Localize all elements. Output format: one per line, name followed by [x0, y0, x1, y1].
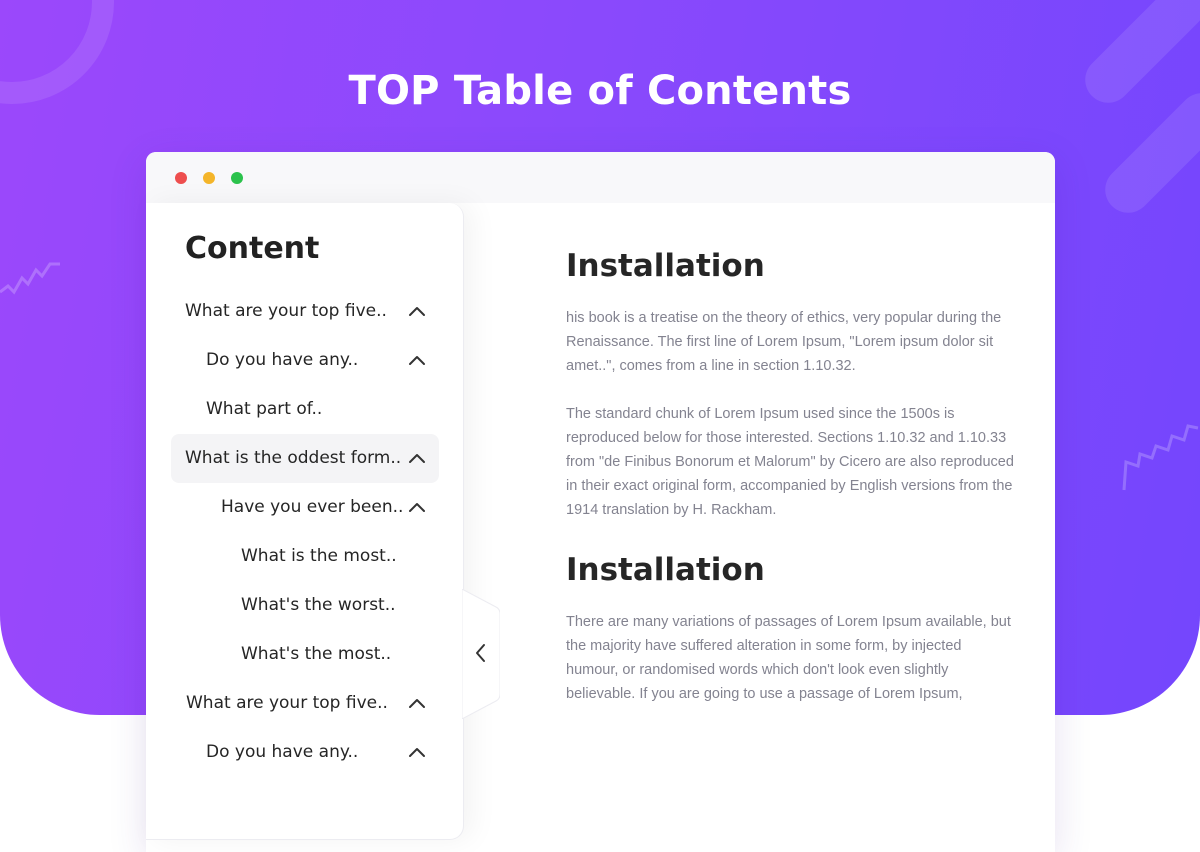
- toc-item[interactable]: What part of..: [171, 385, 439, 434]
- toc-item[interactable]: Have you ever been..: [171, 483, 439, 532]
- toc-item[interactable]: What are your top five..: [171, 287, 439, 336]
- article-content: Installation his book is a treatise on t…: [566, 248, 1016, 706]
- browser-window: Content What are your top five.. Do you …: [146, 152, 1055, 852]
- toc-item-label: Have you ever been..: [221, 497, 404, 517]
- chevron-up-icon[interactable]: [408, 452, 426, 464]
- toc-item-active[interactable]: What is the oddest form..: [171, 434, 439, 483]
- window-titlebar: [146, 152, 1055, 203]
- chevron-up-icon[interactable]: [408, 354, 426, 366]
- toc-item-label: What are your top five..: [186, 693, 388, 713]
- toc-item[interactable]: What's the most..: [171, 630, 439, 679]
- toc-item-label: What's the most..: [241, 644, 392, 664]
- decorative-zigzag: [1122, 424, 1199, 491]
- chevron-left-icon[interactable]: [474, 641, 488, 665]
- toc-item[interactable]: What is the most..: [171, 532, 439, 581]
- minimize-window-button[interactable]: [203, 172, 215, 184]
- section-title: Installation: [566, 248, 765, 284]
- toc-item-label: What's the worst..: [241, 595, 396, 615]
- toc-item-label: Do you have any..: [206, 742, 359, 762]
- paragraph: The standard chunk of Lorem Ipsum used s…: [566, 406, 1014, 518]
- toc-item[interactable]: Do you have any..: [171, 336, 439, 385]
- toc-item-label: What is the oddest form..: [185, 448, 402, 468]
- decorative-zigzag: [0, 262, 60, 295]
- table-of-contents-panel: Content What are your top five.. Do you …: [146, 203, 464, 840]
- toc-item-label: Do you have any..: [206, 350, 359, 370]
- toc-item-label: What are your top five..: [185, 301, 387, 321]
- section-title: Installation: [566, 552, 765, 588]
- chevron-up-icon[interactable]: [408, 697, 426, 709]
- maximize-window-button[interactable]: [231, 172, 243, 184]
- chevron-up-icon[interactable]: [408, 501, 426, 513]
- toc-heading: Content: [185, 231, 320, 266]
- chevron-up-icon[interactable]: [408, 746, 426, 758]
- close-window-button[interactable]: [175, 172, 187, 184]
- toc-item-label: What is the most..: [241, 546, 397, 566]
- toc-item[interactable]: What's the worst..: [171, 581, 439, 630]
- page-title: TOP Table of Contents: [348, 68, 852, 114]
- paragraph: There are many variations of passages of…: [566, 614, 1011, 702]
- toc-item[interactable]: Do you have any..: [171, 728, 439, 777]
- chevron-up-icon[interactable]: [408, 305, 426, 317]
- toc-item[interactable]: What are your top five..: [171, 679, 439, 728]
- paragraph: his book is a treatise on the theory of …: [566, 310, 1002, 374]
- toc-item-label: What part of..: [206, 399, 323, 419]
